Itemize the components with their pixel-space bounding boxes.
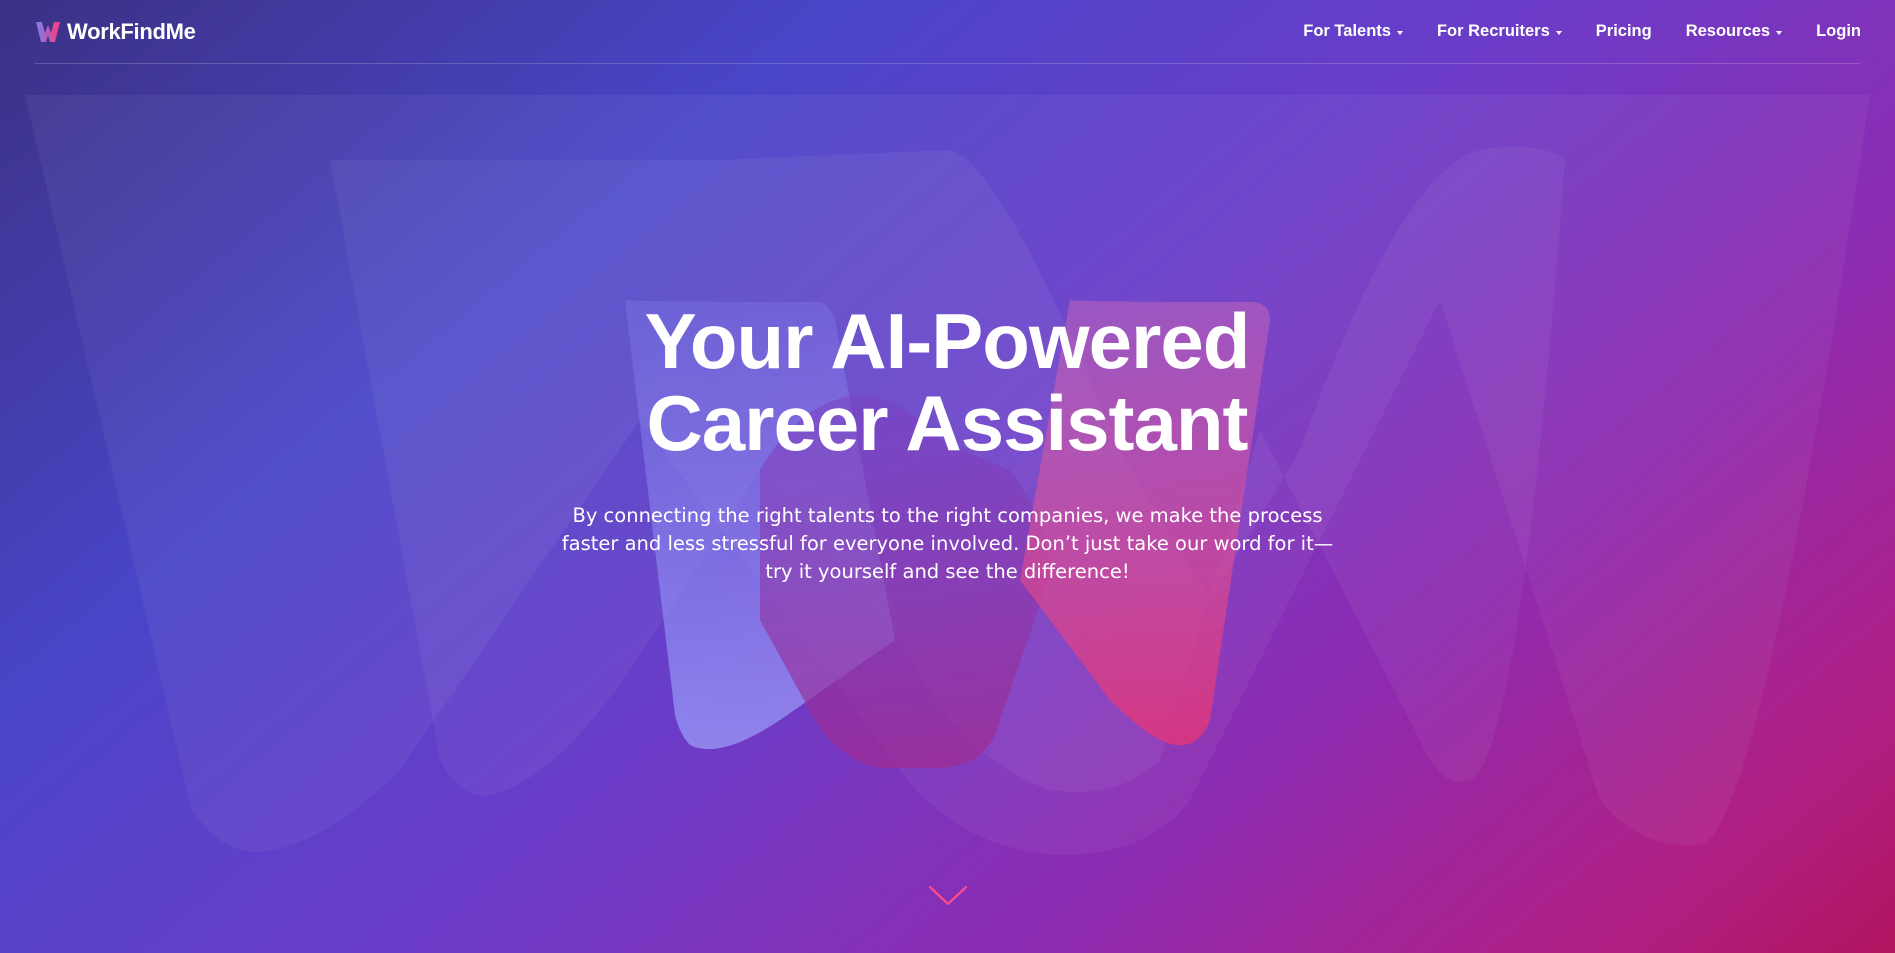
caret-down-icon [1396, 30, 1403, 35]
hero-title: Your AI-Powered Career Assistant [447, 300, 1447, 464]
nav-label: Pricing [1595, 21, 1652, 40]
brand-name: WorkFindMe [67, 19, 196, 44]
header-divider [35, 63, 1860, 64]
brand-logo-link[interactable]: WorkFindMe [35, 19, 196, 45]
nav-for-recruiters[interactable]: For Recruiters [1437, 22, 1562, 41]
hero-subtitle: By connecting the right talents to the r… [561, 504, 1334, 583]
caret-down-icon [1776, 30, 1783, 35]
nav-label: For Talents [1303, 21, 1391, 40]
nav-label: Login [1816, 21, 1861, 40]
main-nav: For Talents For Recruiters Pricing Resou… [1303, 18, 1861, 44]
site-header: WorkFindMe For Talents For Recruiters Pr… [0, 0, 1895, 64]
caret-down-icon [1555, 30, 1562, 35]
nav-pricing[interactable]: Pricing [1596, 22, 1652, 41]
nav-label: For Recruiters [1436, 21, 1550, 40]
nav-resources[interactable]: Resources [1685, 21, 1783, 41]
nav-label: Resources [1685, 21, 1771, 40]
w-logo-icon [36, 22, 60, 42]
hero-title-line-1: Your AI-Powered [644, 297, 1251, 385]
chevron-down-icon[interactable] [928, 884, 968, 908]
background-w-watermark [25, 95, 1870, 855]
hero-title-line-2: Career Assistant [646, 379, 1248, 467]
nav-for-talents[interactable]: For Talents [1303, 22, 1403, 41]
nav-login[interactable]: Login [1816, 22, 1861, 41]
